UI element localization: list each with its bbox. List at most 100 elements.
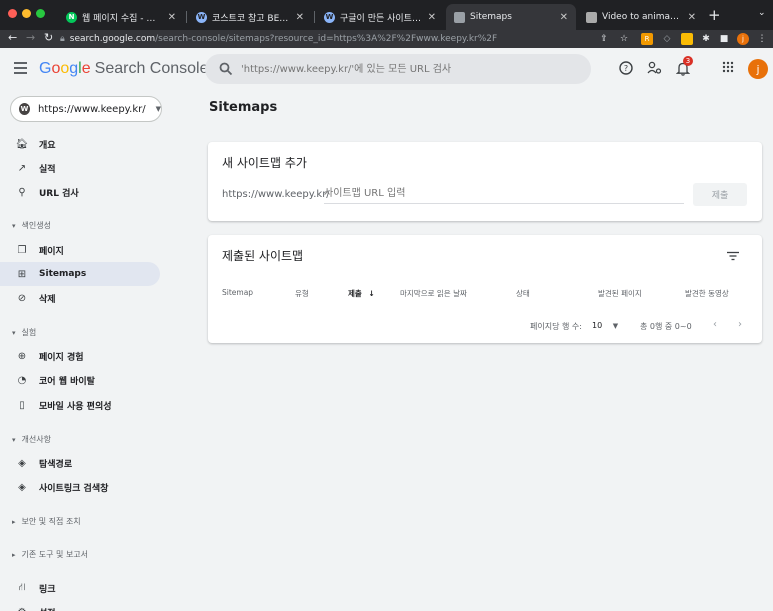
- section-legacy-tools[interactable]: ▸ 기존 도구 및 보고서: [12, 549, 88, 560]
- search-input[interactable]: [241, 54, 581, 84]
- rss-extension-icon[interactable]: R: [641, 33, 653, 45]
- sidebar-item-label: 페이지 경험: [39, 352, 84, 363]
- expand-chevron-icon: ▸: [12, 550, 16, 559]
- account-avatar[interactable]: j: [748, 59, 768, 79]
- layers-icon: ◈: [18, 481, 26, 493]
- removal-icon: ⊘: [17, 292, 27, 304]
- puzzle-extensions-icon[interactable]: ✱: [700, 33, 712, 45]
- sidebar-item-removals[interactable]: ⊘ 삭제: [0, 286, 160, 310]
- lock-icon: 🔒︎: [60, 34, 65, 44]
- address-bar[interactable]: 🔒︎ search.google.com/search-console/sitem…: [60, 31, 590, 47]
- mobile-icon: ▯: [19, 399, 25, 411]
- expand-chevron-icon: ▸: [12, 517, 16, 526]
- rows-per-page-select[interactable]: 10 ▼: [592, 321, 618, 330]
- card-title: 새 사이트맵 추가: [222, 156, 307, 170]
- browser-tab-active[interactable]: Sitemaps ✕: [446, 4, 576, 30]
- share-icon[interactable]: ⇪: [598, 33, 610, 45]
- dropdown-caret-icon: ▼: [155, 105, 161, 113]
- column-header-sitemap[interactable]: Sitemap: [222, 288, 253, 297]
- google-wordmark-letter: G: [39, 60, 52, 77]
- browser-tab[interactable]: N 웹 페이지 수집 - 네이버 서치어드바이저 ✕: [58, 4, 184, 30]
- sidebar-item-label: Sitemaps: [39, 269, 87, 279]
- sidebar-item-links[interactable]: ⛙ 링크: [0, 576, 160, 600]
- sidebar-item-core-web-vitals[interactable]: ◔ 코어 웹 바이탈: [0, 368, 160, 392]
- new-tab-button[interactable]: +: [708, 6, 721, 24]
- notifications-button[interactable]: 3: [676, 56, 693, 76]
- sitemap-url-prefix: https://www.keepy.kr/: [222, 189, 330, 200]
- property-selector[interactable]: W https://www.keepy.kr/ ▼: [10, 96, 162, 122]
- rows-per-page-value: 10: [592, 321, 603, 330]
- column-header-last-read[interactable]: 마지막으로 읽은 날짜: [400, 288, 467, 299]
- browser-tab[interactable]: W 코스트코 참고 BEST 10 추천상품 ✕: [188, 4, 312, 30]
- tab-close-icon[interactable]: ✕: [688, 12, 696, 23]
- window-zoom-button[interactable]: [36, 9, 45, 18]
- next-page-chevron-icon[interactable]: ›: [738, 319, 742, 330]
- product-logo[interactable]: Google Search Console: [39, 60, 208, 78]
- tab-search-chevron-icon[interactable]: ⌄: [758, 8, 766, 18]
- collapse-chevron-icon: ▾: [12, 328, 16, 337]
- section-enhancements[interactable]: ▾ 개선사항: [12, 434, 51, 445]
- sidebar-item-sitelinks-searchbox[interactable]: ◈ 사이트링크 검색창: [0, 475, 160, 499]
- window-minimize-button[interactable]: [22, 9, 31, 18]
- profile-avatar[interactable]: j: [737, 33, 749, 45]
- bookmark-star-icon[interactable]: ☆: [618, 33, 630, 45]
- column-header-discovered-pages[interactable]: 발견된 페이지: [598, 288, 642, 299]
- window-close-button[interactable]: [8, 9, 17, 18]
- browser-tab[interactable]: Video to animated GIF converter ✕: [578, 4, 704, 30]
- column-header-type[interactable]: 유형: [295, 288, 309, 299]
- extension-icon[interactable]: ◇: [661, 33, 673, 45]
- column-header-submitted[interactable]: 제출 ↓: [348, 288, 375, 299]
- filter-icon[interactable]: [727, 251, 739, 261]
- sidebar-item-overview[interactable]: 🏠︎ 개요: [0, 132, 160, 156]
- previous-page-chevron-icon[interactable]: ‹: [713, 319, 717, 330]
- sidebar-item-label: 탐색경로: [39, 459, 73, 470]
- section-experience[interactable]: ▾ 실험: [12, 327, 36, 338]
- side-panel-icon[interactable]: ■: [718, 33, 730, 45]
- sidebar-item-page-experience[interactable]: ⊕ 페이지 경험: [0, 344, 160, 368]
- column-header-discovered-videos[interactable]: 발견한 동영상: [685, 288, 729, 299]
- collapse-chevron-icon: ▾: [12, 221, 16, 230]
- sidebar-item-settings[interactable]: ⚙ 설정: [0, 600, 160, 611]
- sort-down-arrow-icon: ↓: [368, 289, 375, 298]
- section-indexing[interactable]: ▾ 색인생성: [12, 220, 51, 231]
- tab-close-icon[interactable]: ✕: [560, 12, 568, 23]
- tab-title: 코스트코 참고 BEST 10 추천상품: [212, 13, 290, 24]
- tab-close-icon[interactable]: ✕: [296, 12, 304, 23]
- section-label: 기존 도구 및 보고서: [21, 550, 89, 559]
- pagination-range: 총 0행 중 0~0: [640, 322, 692, 331]
- url-host: search.google.com: [69, 34, 156, 44]
- search-console-icon: [454, 11, 465, 23]
- sidebar-item-breadcrumbs[interactable]: ◈ 탐색경로: [0, 451, 160, 475]
- sidebar-item-mobile-usability[interactable]: ▯ 모바일 사용 편의성: [0, 393, 160, 417]
- back-arrow-icon[interactable]: ←: [8, 31, 17, 44]
- reload-icon[interactable]: ↻: [44, 31, 53, 44]
- apps-grid-icon[interactable]: [722, 61, 734, 73]
- speed-icon: ◔: [17, 374, 27, 386]
- sidebar-item-sitemaps[interactable]: ⊞ Sitemaps: [0, 262, 160, 286]
- url-inspection-search[interactable]: [205, 54, 591, 84]
- column-header-status[interactable]: 상태: [516, 288, 530, 299]
- app-header: GoogleSearch Console ? 3 j: [0, 48, 773, 92]
- sidebar-item-performance[interactable]: ↗ 실적: [0, 156, 160, 180]
- trending-icon: ↗: [17, 162, 27, 174]
- forward-arrow-icon[interactable]: →: [26, 31, 35, 44]
- sidebar-item-pages[interactable]: ❐ 페이지: [0, 238, 160, 262]
- help-icon[interactable]: ?: [619, 61, 633, 75]
- links-icon: ⛙: [18, 581, 26, 593]
- svg-text:?: ?: [624, 64, 628, 73]
- folder-extension-icon[interactable]: [681, 33, 693, 45]
- sidebar-item-url-inspection[interactable]: ⚲ URL 검사: [0, 180, 160, 204]
- browser-tab-bar: N 웹 페이지 수집 - 네이버 서치어드바이저 ✕ W 코스트코 참고 BES…: [0, 0, 773, 30]
- sidebar-item-label: 실적: [39, 164, 56, 175]
- page-title: Sitemaps: [209, 100, 278, 115]
- chrome-menu-icon[interactable]: ⋮: [756, 33, 768, 45]
- tab-close-icon[interactable]: ✕: [168, 12, 176, 23]
- submit-button[interactable]: 제출: [693, 183, 747, 206]
- manage-users-icon[interactable]: [647, 61, 662, 75]
- tab-close-icon[interactable]: ✕: [428, 12, 436, 23]
- property-url: https://www.keepy.kr/: [37, 103, 146, 115]
- section-security[interactable]: ▸ 보안 및 직접 조치: [12, 516, 81, 527]
- main-menu-icon[interactable]: [14, 62, 27, 77]
- sitemap-url-input[interactable]: [324, 184, 684, 204]
- browser-tab[interactable]: W 구글이 만든 사이트 첫 얼럼판 ✕: [316, 4, 444, 30]
